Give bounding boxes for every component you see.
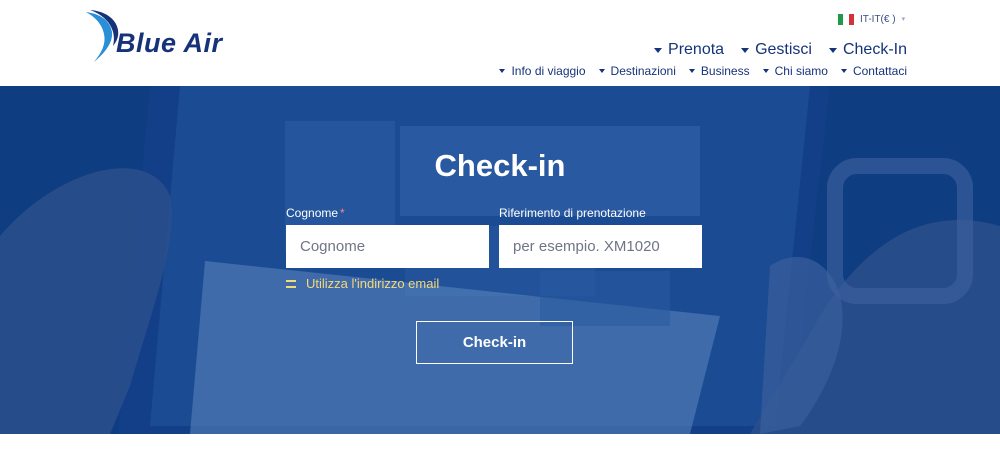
- nav-label: Business: [700, 64, 750, 78]
- nav-label: Prenota: [668, 41, 725, 58]
- email-link-label: Utilizza l'indirizzo email: [306, 276, 440, 291]
- locale-label: IT-IT(€ ): [860, 13, 896, 25]
- caret-down-icon: [741, 47, 750, 53]
- nav-business[interactable]: Business: [688, 64, 750, 78]
- chevron-down-icon: ▾: [901, 16, 906, 23]
- site-header: Blue Air IT-IT(€ ) ▾ Prenota Gestisci Ch…: [0, 0, 1000, 86]
- check-in-button[interactable]: Check-in: [416, 321, 573, 364]
- caret-down-icon: [762, 69, 769, 73]
- primary-nav: Prenota Gestisci Check-In: [654, 41, 907, 59]
- email-toggle-icon: [286, 279, 296, 288]
- check-in-hero: Check-in Cognome* Riferimento di prenota…: [0, 86, 1000, 434]
- page-title: Check-in: [434, 148, 566, 183]
- nav-contattaci[interactable]: Contattaci: [840, 64, 907, 78]
- booking-reference-input[interactable]: [499, 225, 702, 268]
- language-selector[interactable]: IT-IT(€ ) ▾: [838, 12, 905, 26]
- surname-input[interactable]: [286, 225, 489, 268]
- nav-label: Chi siamo: [774, 64, 828, 78]
- brand-name: Blue Air: [116, 28, 223, 58]
- nav-label: Destinazioni: [610, 64, 676, 78]
- nav-chi-siamo[interactable]: Chi siamo: [762, 64, 828, 78]
- caret-down-icon: [499, 69, 506, 73]
- nav-label: Contattaci: [852, 64, 907, 78]
- nav-destinazioni[interactable]: Destinazioni: [598, 64, 676, 78]
- use-email-link[interactable]: Utilizza l'indirizzo email: [286, 276, 439, 291]
- italy-flag-icon: [838, 13, 854, 25]
- secondary-nav: Info di viaggio Destinazioni Business Ch…: [499, 64, 907, 78]
- nav-label: Info di viaggio: [511, 64, 586, 78]
- booking-ref-label: Riferimento di prenotazione: [499, 206, 646, 220]
- blue-air-logo[interactable]: Blue Air: [82, 8, 272, 64]
- nav-label: Check-In: [842, 41, 907, 58]
- surname-label: Cognome *: [286, 206, 345, 220]
- nav-prenota[interactable]: Prenota: [654, 41, 724, 59]
- caret-down-icon: [654, 47, 663, 53]
- nav-label: Gestisci: [755, 41, 812, 58]
- nav-info-di-viaggio[interactable]: Info di viaggio: [499, 64, 586, 78]
- page-bottom: [0, 434, 1000, 461]
- caret-down-icon: [828, 47, 837, 53]
- nav-gestisci[interactable]: Gestisci: [741, 41, 812, 59]
- caret-down-icon: [598, 69, 605, 73]
- surname-label-text: Cognome: [286, 206, 339, 220]
- caret-down-icon: [840, 69, 847, 73]
- caret-down-icon: [688, 69, 695, 73]
- required-marker: *: [340, 206, 345, 220]
- nav-check-in[interactable]: Check-In: [828, 41, 907, 59]
